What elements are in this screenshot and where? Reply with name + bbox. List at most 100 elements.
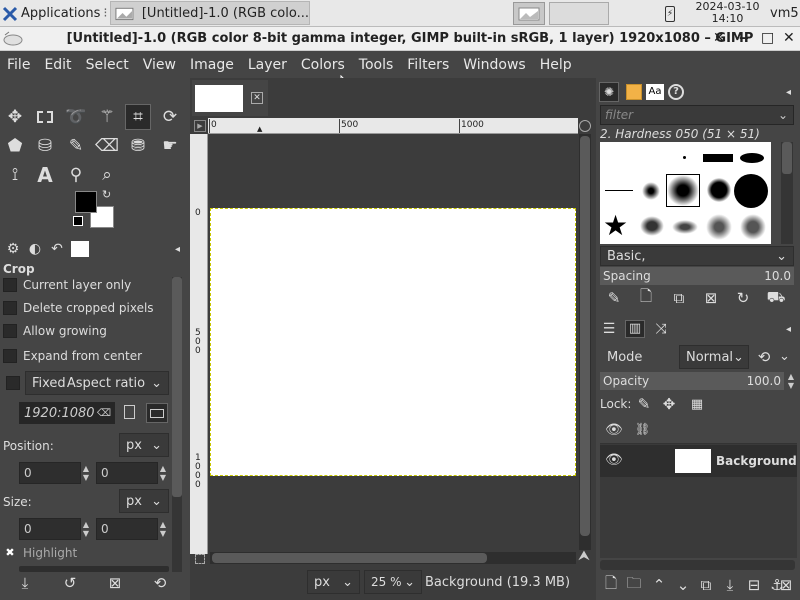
position-x-input[interactable]: 0 [19, 462, 81, 484]
size-w-input[interactable]: 0 [19, 518, 81, 540]
position-y-input[interactable]: 0 [96, 462, 158, 484]
unit-dropdown[interactable]: px ⌄ [307, 570, 360, 594]
paintbrush-tool-icon[interactable]: ✎ [63, 133, 89, 159]
tab-layers-icon[interactable]: ☰ [599, 321, 619, 337]
menu-layer[interactable]: Layer [241, 57, 294, 73]
delete-brush-icon[interactable]: ⊠ [700, 287, 722, 309]
tab-device-status-icon[interactable]: ◐ [24, 241, 46, 257]
battery-icon[interactable]: ⚡ [665, 6, 675, 22]
brush-soft-1[interactable] [642, 182, 660, 200]
brush-splatter-3[interactable] [706, 214, 732, 240]
brush-grid[interactable]: ★ [600, 142, 771, 244]
new-layer-group-icon[interactable]: 🗀 [623, 574, 645, 596]
paths-tool-icon[interactable]: ⟟ [2, 162, 28, 188]
brush-splatter-4[interactable] [740, 214, 766, 240]
rect-select-tool-icon[interactable] [32, 104, 58, 130]
layer-mode-switch-icon[interactable]: ⟲ [753, 346, 775, 368]
tab-channels-icon[interactable]: ▥ [625, 320, 645, 338]
foreground-color-swatch[interactable] [75, 191, 97, 213]
zoom-image-icon[interactable]: ⮝ [578, 548, 590, 564]
brush-grid-scrollbar-thumb[interactable] [782, 142, 792, 174]
new-layer-icon[interactable]: 🗋 [600, 574, 622, 596]
brush-star[interactable]: ★ [603, 212, 628, 240]
expand-from-center-option[interactable]: Expand from center [3, 345, 142, 367]
lower-layer-icon[interactable]: ⌄ [672, 574, 694, 596]
default-colors-icon[interactable] [73, 216, 83, 226]
menu-select[interactable]: Select [79, 57, 136, 73]
brush-filter-input[interactable]: filter ⌄ [600, 105, 794, 125]
expand-from-center-checkbox[interactable] [3, 349, 17, 363]
size-w-spinner[interactable]: ▲ ▼ [81, 518, 91, 540]
delete-layer-icon[interactable]: ⊠ [775, 574, 797, 596]
save-tool-preset-icon[interactable]: ⤓ [14, 572, 36, 594]
delete-cropped-pixels-option[interactable]: Delete cropped pixels [3, 297, 154, 319]
aspect-ratio-input[interactable]: 1920:1080 ⌫ [19, 402, 115, 424]
zoom-dropdown[interactable]: 25 % ⌄ [364, 570, 422, 594]
tab-document-history-icon[interactable]: ? [668, 84, 684, 100]
brush-dot-small[interactable] [683, 156, 686, 159]
size-h-spinner[interactable]: ▲ ▼ [158, 518, 168, 540]
refresh-brushes-icon[interactable]: ↻ [732, 287, 754, 309]
dock-menu-icon[interactable]: ◂ [786, 87, 797, 98]
ruler-corner-icon[interactable]: ▶ [194, 120, 206, 132]
size-h-input[interactable]: 0 [96, 518, 158, 540]
edit-brush-icon[interactable]: ✎ [603, 287, 625, 309]
restore-tool-preset-icon[interactable]: ↺ [59, 572, 81, 594]
tab-fonts-icon[interactable]: Aa [646, 84, 664, 100]
lock-alpha-icon[interactable]: ▦ [686, 393, 708, 415]
position-x-spinner[interactable]: ▲ ▼ [81, 462, 91, 484]
brush-grid-scrollbar[interactable] [781, 142, 793, 244]
brush-splatter-2[interactable] [672, 220, 698, 234]
duplicate-layer-icon[interactable]: ⧉ [695, 574, 717, 596]
color-picker-tool-icon[interactable]: ⚲ [63, 162, 89, 188]
menu-image[interactable]: Image [183, 57, 241, 73]
swap-colors-icon[interactable]: ↻ [102, 188, 111, 201]
lasso-tool-icon[interactable]: ➰ [63, 104, 89, 130]
text-tool-icon[interactable]: A [32, 162, 58, 188]
brush-block-2[interactable] [740, 153, 764, 163]
window-close-button[interactable]: ✕ [783, 30, 795, 46]
taskbar-task-gimp[interactable]: [Untitled]-1.0 (RGB colo... [110, 1, 310, 25]
window-maximize-button[interactable]: □ [761, 30, 774, 46]
clear-entry-icon[interactable]: ⌫ [97, 408, 111, 419]
vertical-ruler[interactable]: 0 5 0 0 1 0 0 0 [190, 134, 208, 554]
window-shade-button[interactable]: ✕ [713, 30, 725, 46]
brush-hard-1[interactable] [707, 178, 731, 202]
allow-growing-checkbox[interactable] [3, 324, 17, 338]
merge-layer-icon[interactable]: ⤓ [719, 574, 741, 596]
workspace-2[interactable] [549, 2, 609, 25]
bucket-fill-tool-icon[interactable]: ⛁ [32, 133, 58, 159]
brush-block-1[interactable] [703, 154, 733, 162]
tab-paths-icon[interactable]: ⤨ [651, 321, 671, 337]
layer-name[interactable]: Background [716, 454, 797, 468]
brush-splatter-1[interactable] [640, 216, 664, 236]
gimp-app-icon[interactable] [2, 31, 24, 47]
delete-cropped-pixels-checkbox[interactable] [3, 301, 17, 315]
tool-options-scrollbar-thumb[interactable] [172, 277, 182, 497]
menu-windows[interactable]: Windows [456, 57, 533, 73]
move-tool-icon[interactable]: ✥ [2, 104, 28, 130]
tab-tool-options-icon[interactable]: ⚙ [2, 241, 24, 257]
chevron-down-icon[interactable]: ⌄ [778, 108, 788, 122]
current-layer-only-checkbox[interactable] [3, 278, 17, 292]
menu-view[interactable]: View [136, 57, 183, 73]
fuzzy-select-tool-icon[interactable]: ⚚ [94, 104, 120, 130]
dock-menu-icon[interactable]: ◂ [786, 324, 797, 335]
quick-mask-toggle-icon[interactable] [195, 554, 205, 564]
clone-tool-icon[interactable]: ⛃ [125, 133, 151, 159]
menu-filters[interactable]: Filters [400, 57, 456, 73]
navigate-icon[interactable] [579, 120, 591, 132]
highlight-opacity-slider[interactable] [19, 566, 169, 572]
landscape-icon[interactable] [146, 403, 168, 423]
tab-brushes-icon[interactable]: ✺ [599, 82, 619, 102]
clock[interactable]: 2024-03-10 14:10 [690, 1, 765, 25]
reset-tool-options-icon[interactable]: ⟲ [149, 572, 171, 594]
menu-help[interactable]: Help [533, 57, 579, 73]
position-unit-dropdown[interactable]: px ⌄ [119, 433, 169, 457]
tab-undo-history-icon[interactable]: ↶ [46, 241, 68, 257]
tab-patterns-icon[interactable] [626, 84, 642, 100]
menu-tools[interactable]: Tools [352, 57, 401, 73]
spacing-slider[interactable]: Spacing 10.0 [600, 267, 794, 285]
brush-soft-2-selected[interactable] [666, 174, 700, 207]
chevron-down-icon[interactable]: ⌄ [779, 349, 790, 364]
